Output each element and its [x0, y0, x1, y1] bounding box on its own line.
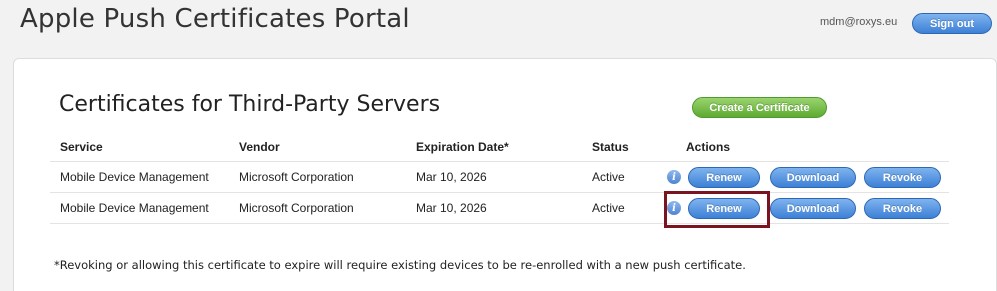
table-header-row: Service Vendor Expiration Date* Status A… [50, 133, 949, 162]
vendor-cell: Microsoft Corporation [239, 201, 354, 215]
column-header-service: Service [60, 140, 103, 154]
renew-button[interactable]: Renew [688, 167, 760, 188]
expiration-cell: Mar 10, 2026 [416, 201, 487, 215]
column-header-actions: Actions [686, 140, 731, 154]
column-header-vendor: Vendor [239, 140, 280, 154]
download-button[interactable]: Download [770, 198, 856, 219]
revoke-button[interactable]: Revoke [864, 198, 941, 219]
status-cell: Active [592, 201, 625, 215]
table-row: Mobile Device Management Microsoft Corpo… [50, 162, 949, 193]
table-row: Mobile Device Management Microsoft Corpo… [50, 193, 949, 224]
certificates-panel: Certificates for Third-Party Servers Cre… [13, 58, 997, 291]
info-icon[interactable]: i [667, 170, 681, 184]
download-button[interactable]: Download [770, 167, 856, 188]
service-cell: Mobile Device Management [60, 170, 209, 184]
column-header-status: Status [592, 140, 629, 154]
section-title: Certificates for Third-Party Servers [59, 92, 441, 117]
portal-title: Apple Push Certificates Portal [20, 4, 410, 34]
footnote: *Revoking or allowing this certificate t… [54, 258, 746, 272]
vendor-cell: Microsoft Corporation [239, 170, 354, 184]
certificates-table: Service Vendor Expiration Date* Status A… [50, 133, 949, 224]
expiration-cell: Mar 10, 2026 [416, 170, 487, 184]
service-cell: Mobile Device Management [60, 201, 209, 215]
renew-highlight-box [664, 191, 770, 228]
status-cell: Active [592, 170, 625, 184]
create-certificate-button[interactable]: Create a Certificate [692, 97, 827, 118]
column-header-expiration: Expiration Date* [416, 140, 509, 154]
revoke-button[interactable]: Revoke [864, 167, 941, 188]
sign-out-button[interactable]: Sign out [912, 13, 992, 34]
user-email: mdm@roxys.eu [820, 16, 898, 28]
